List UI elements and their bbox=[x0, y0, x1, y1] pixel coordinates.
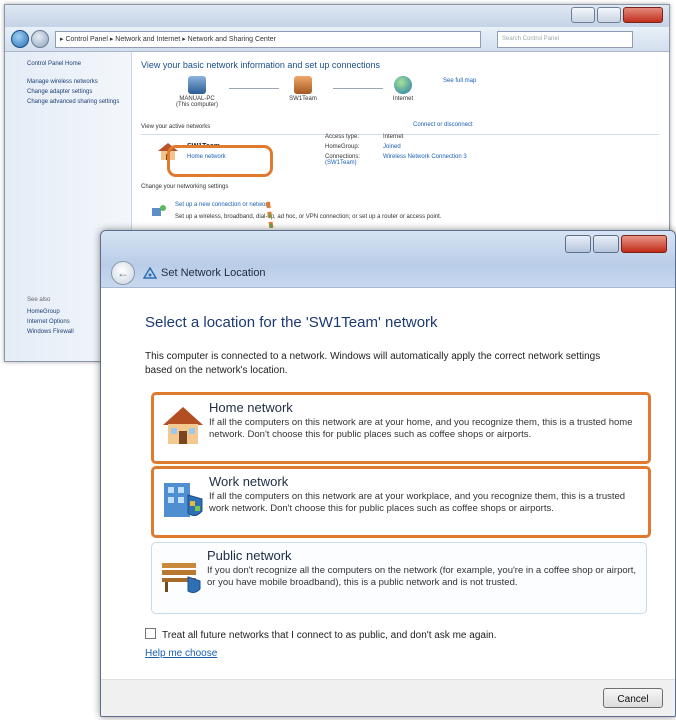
window-titlebar bbox=[5, 5, 669, 27]
connection-line bbox=[229, 88, 279, 89]
access-type-value: Internet bbox=[383, 134, 404, 140]
park-bench-icon bbox=[162, 563, 201, 594]
homegroup-row: HomeGroup: Joined bbox=[325, 144, 401, 150]
dialog-window-controls bbox=[565, 235, 667, 253]
homegroup-label: HomeGroup: bbox=[325, 144, 360, 150]
globe-icon bbox=[394, 76, 412, 94]
sidebar-item-manage-wireless[interactable]: Manage wireless networks bbox=[27, 78, 123, 86]
treat-as-public-checkbox[interactable] bbox=[145, 628, 156, 639]
search-input[interactable]: Search Control Panel bbox=[497, 31, 633, 48]
connect-or-disconnect-link[interactable]: Connect or disconnect bbox=[413, 122, 473, 128]
help-me-choose-link[interactable]: Help me choose bbox=[145, 648, 217, 659]
node-this-computer: MANUAL-PC (This computer) bbox=[167, 76, 227, 108]
maximize-button[interactable] bbox=[593, 235, 619, 253]
sidebar-item-control-panel-home[interactable]: Control Panel Home bbox=[27, 60, 123, 68]
dialog-title: Set Network Location bbox=[161, 267, 266, 279]
option-description: If you don't recognize all the computers… bbox=[207, 565, 637, 588]
highlight-home-network-link bbox=[167, 145, 273, 177]
homegroup-value-link[interactable]: Joined bbox=[383, 144, 401, 150]
public-network-option[interactable]: Public network If you don't recognize al… bbox=[151, 542, 647, 614]
dialog-footer: Cancel bbox=[101, 679, 675, 716]
access-type-label: Access type: bbox=[325, 134, 360, 140]
address-bar-row: ▸ Control Panel ▸ Network and Internet ▸… bbox=[5, 27, 669, 52]
sidebar-item-advanced-sharing[interactable]: Change advanced sharing settings bbox=[27, 98, 123, 106]
option-name: Public network bbox=[207, 548, 292, 563]
close-button[interactable] bbox=[623, 7, 663, 23]
location-question-heading: Select a location for the 'SW1Team' netw… bbox=[145, 314, 438, 331]
home-network-option[interactable]: Home network If all the computers on thi… bbox=[151, 392, 651, 464]
option-name: Work network bbox=[209, 474, 289, 489]
house-icon bbox=[294, 76, 312, 94]
window-controls bbox=[571, 7, 663, 23]
minimize-button[interactable] bbox=[565, 235, 591, 253]
node-label: Internet bbox=[392, 96, 414, 102]
network-icon bbox=[143, 267, 157, 279]
cancel-button[interactable]: Cancel bbox=[603, 688, 663, 708]
back-arrow-icon[interactable]: ← bbox=[111, 261, 135, 285]
house-icon bbox=[163, 407, 203, 444]
forward-arrow-icon[interactable] bbox=[31, 30, 49, 48]
minimize-button[interactable] bbox=[571, 7, 595, 23]
dialog-body: Select a location for the 'SW1Team' netw… bbox=[101, 287, 675, 680]
setup-connection-description: Set up a wireless, broadband, dial-up, a… bbox=[175, 214, 442, 220]
treat-as-public-checkbox-row[interactable]: Treat all future networks that I connect… bbox=[145, 628, 497, 641]
maximize-button[interactable] bbox=[597, 7, 621, 23]
connections-row: Connections: Wireless Network Connection … bbox=[325, 154, 485, 166]
computer-icon bbox=[188, 76, 206, 94]
checkbox-label: Treat all future networks that I connect… bbox=[162, 630, 497, 641]
option-name: Home network bbox=[209, 400, 293, 415]
breadcrumb[interactable]: ▸ Control Panel ▸ Network and Internet ▸… bbox=[55, 31, 481, 48]
back-arrow-icon[interactable] bbox=[11, 30, 29, 48]
change-settings-label: Change your networking settings bbox=[141, 184, 229, 190]
option-description: If all the computers on this network are… bbox=[209, 417, 633, 440]
access-type-row: Access type: Internet bbox=[325, 134, 403, 140]
close-button[interactable] bbox=[621, 235, 667, 253]
sidebar-item-adapter-settings[interactable]: Change adapter settings bbox=[27, 88, 123, 96]
node-internet: Internet bbox=[373, 76, 433, 102]
option-description: If all the computers on this network are… bbox=[209, 491, 626, 514]
office-building-icon bbox=[164, 483, 203, 517]
see-full-map-link[interactable]: See full map bbox=[443, 78, 476, 84]
active-networks-label: View your active networks bbox=[141, 124, 211, 130]
node-sw1team: SW1Team bbox=[273, 76, 333, 102]
set-network-location-dialog: ← Set Network Location Select a location… bbox=[100, 230, 676, 717]
new-connection-icon bbox=[152, 205, 166, 216]
node-label: SW1Team bbox=[289, 96, 317, 102]
node-sublabel: (This computer) bbox=[175, 102, 218, 108]
intro-text: This computer is connected to a network.… bbox=[145, 351, 601, 376]
page-title: View your basic network information and … bbox=[141, 60, 380, 70]
dialog-header: ← Set Network Location bbox=[101, 231, 675, 287]
work-network-option[interactable]: Work network If all the computers on thi… bbox=[151, 466, 651, 538]
